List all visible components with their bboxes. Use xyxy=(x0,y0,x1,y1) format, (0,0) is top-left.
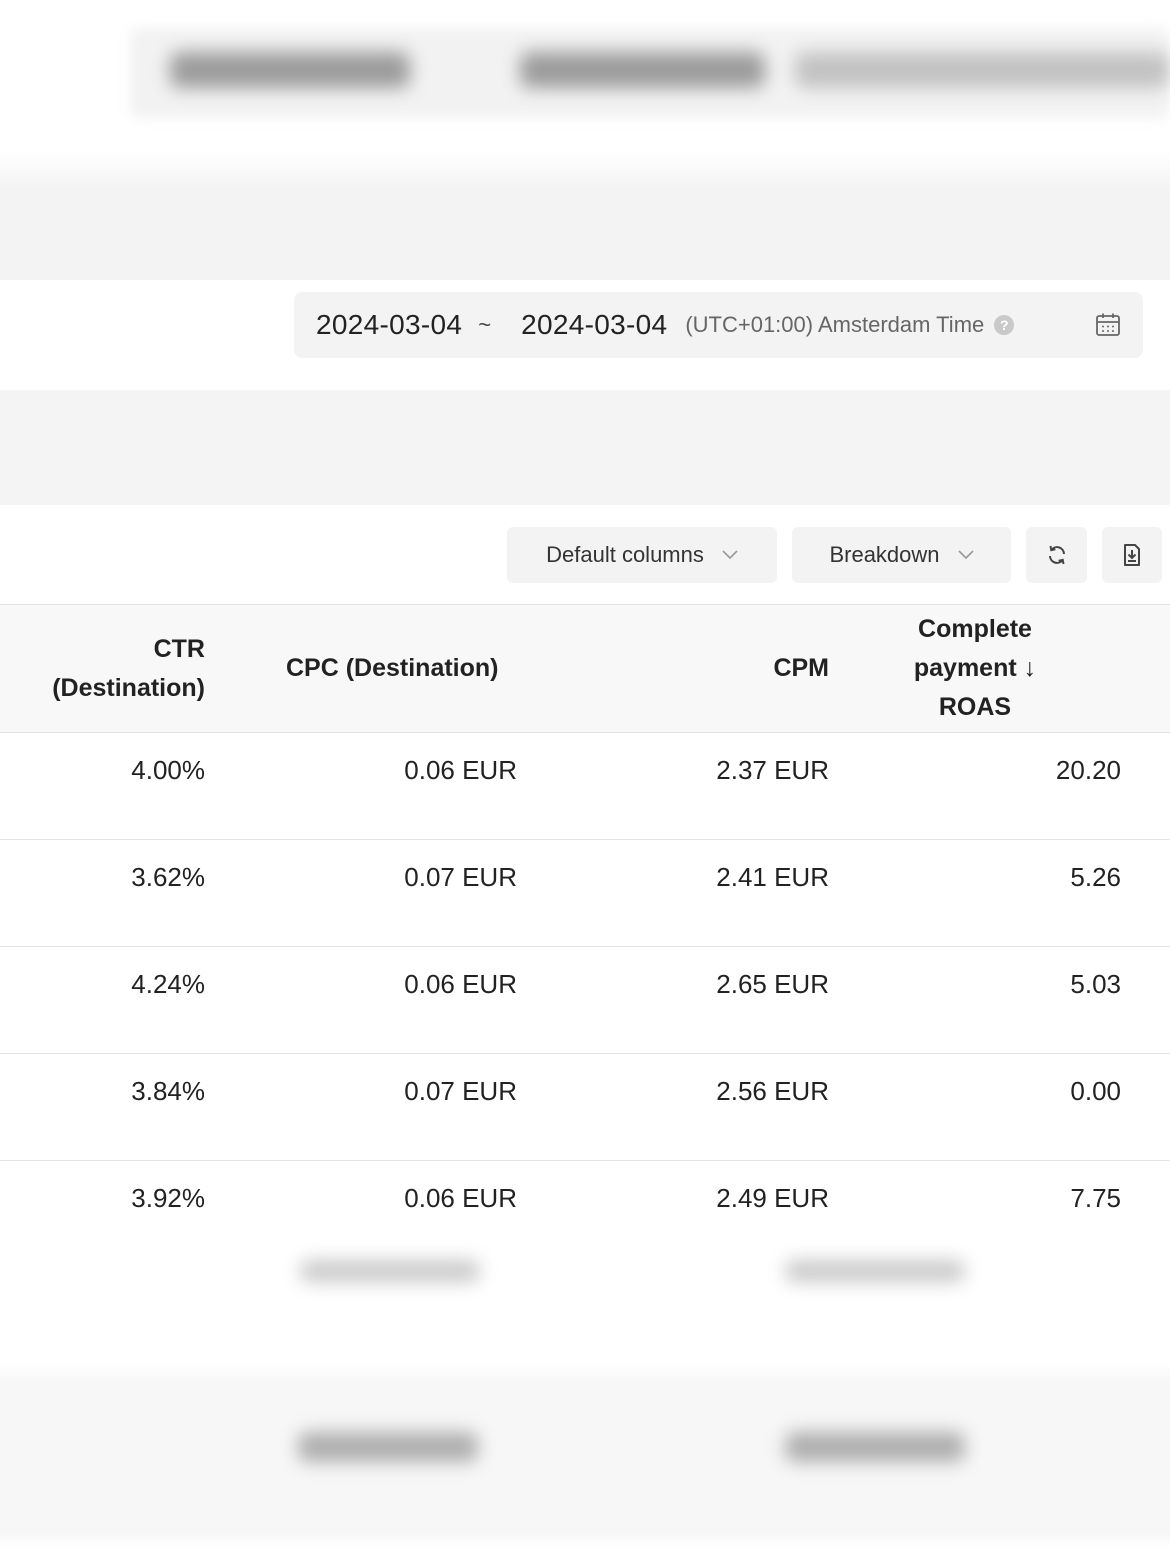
table-header-row: CTR (Destination) CPC (Destination) CPM … xyxy=(0,604,1170,733)
blurred-text xyxy=(298,1432,478,1462)
blurred-text xyxy=(170,52,410,88)
cell-roas: 20.20 xyxy=(829,732,1121,840)
table-row: 4.24% 0.06 EUR 2.65 EUR 5.03 xyxy=(0,946,1170,1054)
table-row: 3.62% 0.07 EUR 2.41 EUR 5.26 xyxy=(0,839,1170,947)
header-ctr-destination[interactable]: CTR (Destination) xyxy=(0,604,205,733)
cell-cpc: 0.06 EUR xyxy=(205,1160,517,1253)
blurred-summary-band xyxy=(0,390,1170,505)
blurred-text xyxy=(795,52,1170,88)
table-toolbar: Default columns Breakdown xyxy=(0,505,1170,605)
refresh-icon xyxy=(1048,545,1065,565)
header-complete-payment-roas[interactable]: Complete payment ↓ ROAS xyxy=(829,604,1121,733)
cell-spacer xyxy=(1121,839,1170,947)
default-columns-label: Default columns xyxy=(546,542,704,567)
cell-cpm: 2.41 EUR xyxy=(517,839,829,947)
end-date[interactable]: 2024-03-04 xyxy=(521,309,667,341)
cell-ctr: 3.62% xyxy=(0,839,205,947)
cell-ctr: 4.00% xyxy=(0,732,205,840)
cell-roas: 5.26 xyxy=(829,839,1121,947)
header-ctr-line1: CTR xyxy=(153,634,205,663)
header-cpc-destination[interactable]: CPC (Destination) xyxy=(205,604,517,733)
header-roas-line3: ROAS xyxy=(938,693,1012,721)
cell-roas: 7.75 xyxy=(829,1160,1121,1253)
cell-cpc: 0.06 EUR xyxy=(205,946,517,1054)
date-range-row: 2024-03-04 ~ 2024-03-04 (UTC+01:00) Amst… xyxy=(0,280,1170,390)
export-file-icon xyxy=(1124,544,1140,566)
table-row: 4.00% 0.06 EUR 2.37 EUR 20.20 xyxy=(0,732,1170,840)
table-row: 3.84% 0.07 EUR 2.56 EUR 0.00 xyxy=(0,1053,1170,1161)
table-row: 3.92% 0.06 EUR 2.49 EUR 7.75 xyxy=(0,1160,1170,1253)
cell-spacer xyxy=(1121,1053,1170,1161)
header-cpm[interactable]: CPM xyxy=(517,604,829,733)
cell-cpm: 2.37 EUR xyxy=(517,732,829,840)
header-spacer xyxy=(1121,604,1170,733)
chevron-down-icon xyxy=(722,550,738,560)
timezone-label: (UTC+01:00) Amsterdam Time xyxy=(685,312,985,337)
refresh-button[interactable] xyxy=(1026,527,1087,583)
help-icon[interactable]: ? xyxy=(994,315,1015,335)
ads-report-page: 2024-03-04 ~ 2024-03-04 (UTC+01:00) Amst… xyxy=(0,0,1170,1550)
date-separator: ~ xyxy=(478,312,492,337)
cell-ctr: 3.92% xyxy=(0,1160,205,1253)
chevron-down-icon xyxy=(957,550,974,560)
breakdown-dropdown[interactable]: Breakdown xyxy=(792,527,1011,583)
cell-cpm: 2.65 EUR xyxy=(517,946,829,1054)
cell-spacer xyxy=(1121,946,1170,1054)
blurred-text xyxy=(300,1260,480,1282)
blurred-text xyxy=(785,1432,965,1462)
metrics-table: CTR (Destination) CPC (Destination) CPM … xyxy=(0,604,1170,1253)
header-ctr-line2: (Destination) xyxy=(52,673,205,702)
default-columns-dropdown[interactable]: Default columns xyxy=(507,527,777,583)
date-range-picker[interactable]: 2024-03-04 ~ 2024-03-04 (UTC+01:00) Amst… xyxy=(294,292,1143,358)
breakdown-label: Breakdown xyxy=(829,542,940,567)
cell-cpm: 2.56 EUR xyxy=(517,1053,829,1161)
cell-roas: 5.03 xyxy=(829,946,1121,1054)
cell-spacer xyxy=(1121,1160,1170,1253)
export-button[interactable] xyxy=(1102,527,1162,583)
cell-cpm: 2.49 EUR xyxy=(517,1160,829,1253)
calendar-icon[interactable] xyxy=(1095,312,1121,338)
cell-cpc: 0.06 EUR xyxy=(205,732,517,840)
cell-roas: 0.00 xyxy=(829,1053,1121,1161)
cell-spacer xyxy=(1121,732,1170,840)
cell-cpc: 0.07 EUR xyxy=(205,1053,517,1161)
header-roas-line1: Complete xyxy=(918,615,1032,643)
start-date[interactable]: 2024-03-04 xyxy=(316,309,462,341)
header-roas-line2: payment ↓ xyxy=(913,654,1037,682)
cell-ctr: 3.84% xyxy=(0,1053,205,1161)
blurred-header-region xyxy=(0,0,1170,280)
blurred-footer-region xyxy=(0,1252,1170,1550)
blurred-text xyxy=(785,1260,965,1282)
cell-ctr: 4.24% xyxy=(0,946,205,1054)
blurred-text xyxy=(520,52,765,88)
cell-cpc: 0.07 EUR xyxy=(205,839,517,947)
